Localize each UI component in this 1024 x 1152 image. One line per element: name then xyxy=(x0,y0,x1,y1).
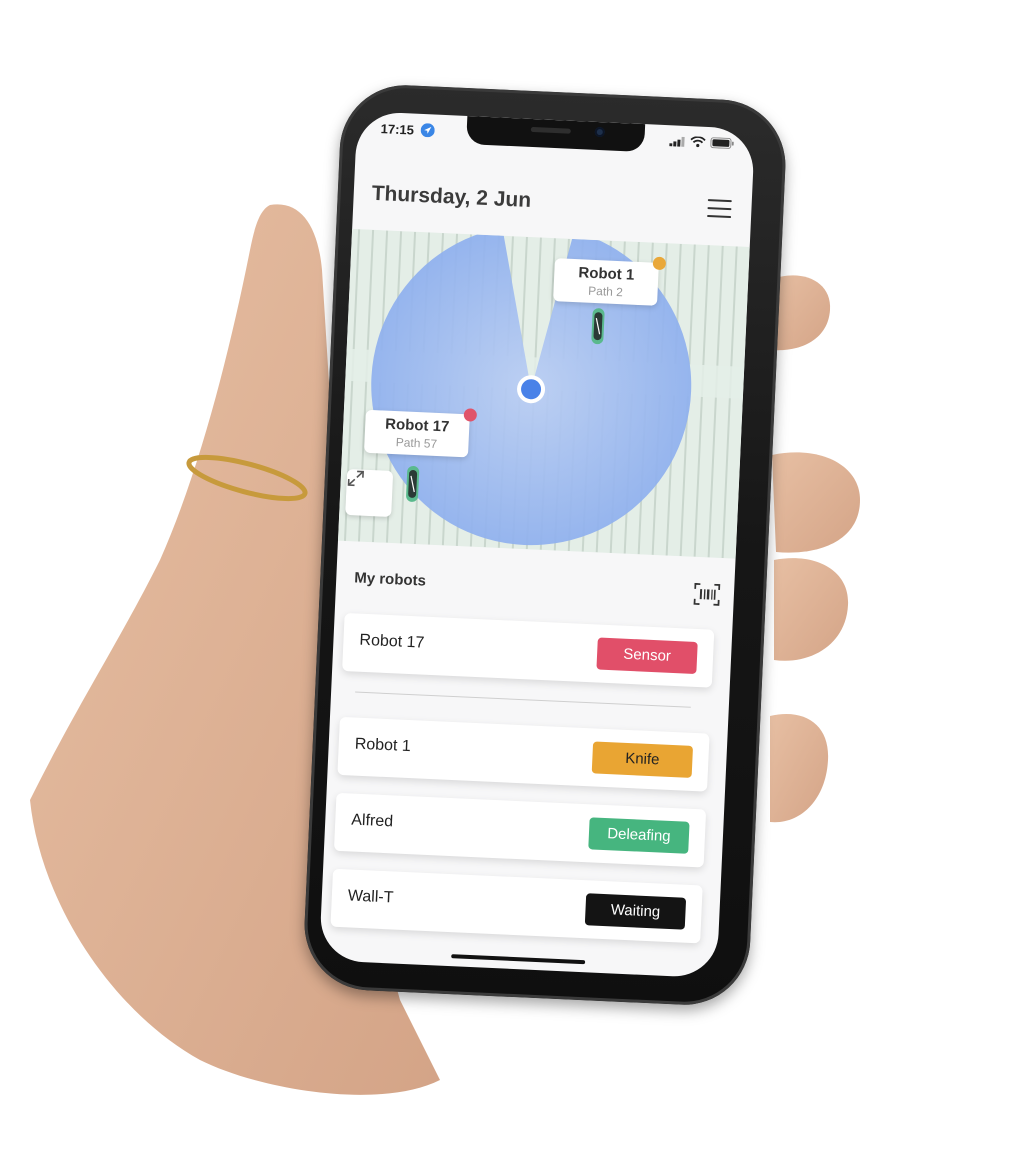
phone-device: 17:15 Thursday, 2 Jun Robot 1 Path 2 Rob… xyxy=(301,82,789,1008)
front-camera-icon xyxy=(594,126,606,138)
robot-17-marker xyxy=(406,465,420,502)
hamburger-menu-icon[interactable] xyxy=(707,199,732,220)
robot-name: Alfred xyxy=(350,811,394,831)
callout-path-label: Path 57 xyxy=(395,435,438,451)
robot-map[interactable]: Robot 1 Path 2 Robot 17 Path 57 xyxy=(337,228,750,559)
list-divider xyxy=(355,691,691,708)
barcode-scan-icon[interactable] xyxy=(693,582,721,606)
map-canvas xyxy=(337,228,750,559)
status-icons xyxy=(669,135,734,149)
list-item-robot-1[interactable]: Robot 1 Knife xyxy=(337,716,710,792)
status-badge: Knife xyxy=(591,741,694,778)
robots-list-title: My robots xyxy=(353,569,427,590)
app-screen: 17:15 Thursday, 2 Jun Robot 1 Path 2 Rob… xyxy=(318,111,756,979)
callout-path-label: Path 2 xyxy=(587,283,624,300)
speaker-grille xyxy=(530,126,571,134)
robot-1-marker xyxy=(591,308,605,345)
callout-robot-name: Robot 1 xyxy=(578,264,635,284)
list-item-robot-17[interactable]: Robot 17 Sensor xyxy=(342,612,715,688)
robot-name: Wall-T xyxy=(347,887,394,907)
robots-list-header: My robots xyxy=(354,567,721,612)
robot-callout-robot-1[interactable]: Robot 1 Path 2 xyxy=(553,256,667,306)
status-badge: Deleafing xyxy=(588,817,690,854)
status-badge: Waiting xyxy=(584,893,687,930)
page-title: Thursday, 2 Jun xyxy=(371,181,532,213)
robot-name: Robot 1 xyxy=(354,735,412,756)
status-time: 17:15 xyxy=(380,121,415,138)
battery-icon xyxy=(710,137,734,149)
app-stage: 17:15 Thursday, 2 Jun Robot 1 Path 2 Rob… xyxy=(0,0,1024,1152)
wifi-icon xyxy=(690,136,706,148)
list-item-alfred[interactable]: Alfred Deleafing xyxy=(333,792,707,868)
location-arrow-icon xyxy=(420,123,435,138)
robot-callout-robot-17[interactable]: Robot 17 Path 57 xyxy=(364,408,478,458)
signal-icon xyxy=(669,136,685,147)
expand-map-button[interactable] xyxy=(345,468,394,517)
status-badge: Sensor xyxy=(596,637,698,674)
expand-arrows-icon xyxy=(347,470,364,487)
page-header: Thursday, 2 Jun xyxy=(371,174,732,230)
callout-robot-name: Robot 17 xyxy=(384,415,450,436)
list-item-wall-t[interactable]: Wall-T Waiting xyxy=(330,868,703,944)
home-indicator[interactable] xyxy=(451,954,586,965)
robot-name: Robot 17 xyxy=(359,631,425,652)
